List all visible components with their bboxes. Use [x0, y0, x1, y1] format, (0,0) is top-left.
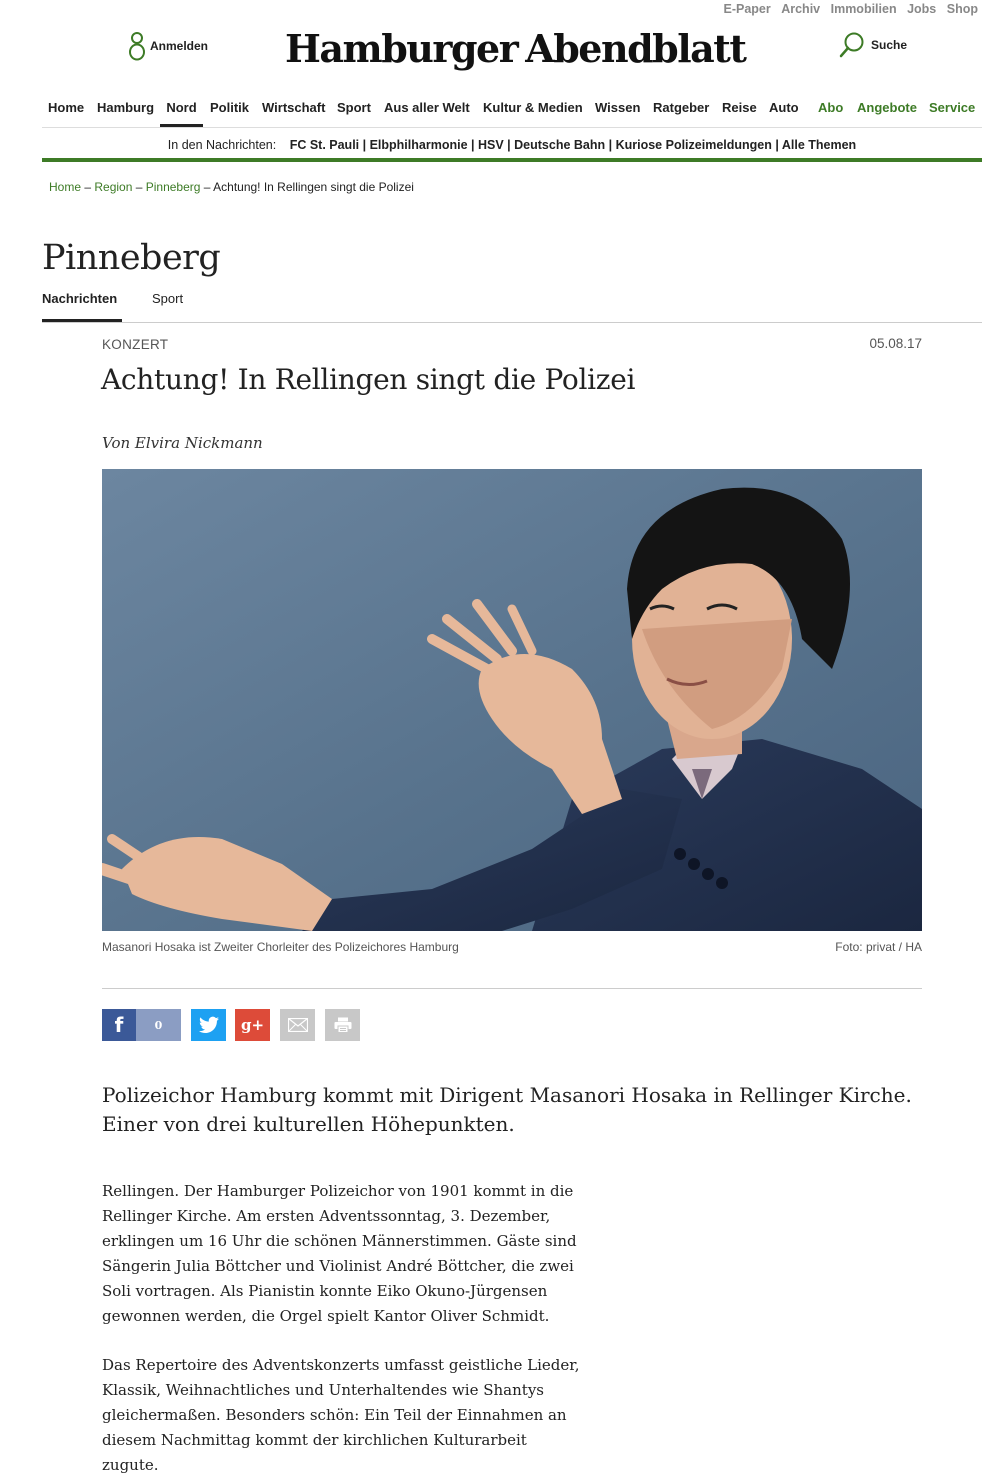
print-button[interactable] — [325, 1009, 360, 1041]
twitter-icon — [198, 1016, 219, 1033]
nav-item-abo[interactable]: Abo — [818, 97, 843, 127]
nav-item-politik[interactable]: Politik — [210, 97, 249, 127]
logo-word-abendblatt: Abendblatt — [525, 26, 747, 71]
breadcrumb-region[interactable]: Region — [94, 180, 132, 194]
search-label: Suche — [871, 38, 908, 52]
divider — [102, 988, 922, 989]
topic-link[interactable]: FC St. Pauli — [290, 138, 359, 152]
photo-caption: Masanori Hosaka ist Zweiter Chorleiter d… — [102, 940, 459, 954]
photo-credit: Foto: privat / HA — [835, 940, 922, 954]
topic-link[interactable]: Elbphilharmonie — [370, 138, 468, 152]
nav-item-aus-aller-welt[interactable]: Aus aller Welt — [384, 97, 470, 127]
breadcrumb-current: Achtung! In Rellingen singt die Polizei — [213, 180, 414, 194]
login-button[interactable]: Anmelden — [127, 31, 208, 61]
main-navigation: Home Hamburg Nord Politik Wirtschaft Spo… — [42, 97, 982, 128]
util-link-epaper[interactable]: E-Paper — [723, 2, 770, 16]
article-paragraph: Das Repertoire des Adventskonzerts umfas… — [102, 1356, 580, 1474]
nav-item-reise[interactable]: Reise — [722, 97, 757, 127]
site-logo[interactable]: Hamburger Abendblatt — [285, 24, 747, 74]
breadcrumb-home[interactable]: Home — [49, 180, 81, 194]
utility-links: E-Paper Archiv Immobilien Jobs Shop — [716, 2, 978, 16]
nav-item-angebote[interactable]: Angebote — [857, 97, 917, 127]
login-label: Anmelden — [150, 39, 209, 53]
article-lead: Polizeichor Hamburg kommt mit Dirigent M… — [102, 1083, 912, 1136]
nav-item-nord[interactable]: Nord — [160, 97, 203, 127]
email-share-button[interactable] — [280, 1009, 315, 1041]
facebook-icon: f — [114, 1013, 124, 1037]
util-link-immobilien[interactable]: Immobilien — [831, 2, 897, 16]
util-link-jobs[interactable]: Jobs — [907, 2, 936, 16]
nav-item-kultur-medien[interactable]: Kultur & Medien — [483, 97, 583, 127]
article-date: 05.08.17 — [869, 336, 922, 351]
topic-link[interactable]: Alle Themen — [782, 138, 856, 152]
tab-nachrichten[interactable]: Nachrichten — [42, 290, 122, 322]
mail-icon — [287, 1018, 308, 1032]
nav-item-service[interactable]: Service — [929, 97, 975, 127]
gplus-icon: g+ — [240, 1016, 265, 1034]
section-subnav: Nachrichten Sport — [42, 290, 982, 323]
facebook-share-button[interactable]: f — [102, 1009, 136, 1041]
nav-item-auto[interactable]: Auto — [769, 97, 799, 127]
nav-item-hamburg[interactable]: Hamburg — [97, 97, 154, 127]
user-icon — [129, 32, 145, 61]
topic-link[interactable]: HSV — [478, 138, 504, 152]
breadcrumb: Home – Region – Pinneberg – Achtung! In … — [49, 180, 414, 194]
gplus-share-button[interactable]: g+ — [235, 1009, 270, 1041]
conductor-photo — [102, 469, 922, 931]
article-photo[interactable] — [102, 469, 922, 931]
printer-icon — [334, 1017, 351, 1033]
article-author: Von Elvira Nickmann — [102, 434, 263, 452]
trending-topics-bar: In den Nachrichten: FC St. Pauli | Elbph… — [42, 135, 982, 162]
nav-item-wirtschaft[interactable]: Wirtschaft — [262, 97, 325, 127]
breadcrumb-pinneberg[interactable]: Pinneberg — [146, 180, 201, 194]
util-link-shop[interactable]: Shop — [947, 2, 978, 16]
nav-item-wissen[interactable]: Wissen — [595, 97, 640, 127]
topic-link[interactable]: Kuriose Polizeimeldungen — [616, 138, 772, 152]
article-kicker: KONZERT — [102, 337, 169, 352]
facebook-share-count: 0 — [136, 1009, 181, 1041]
search-button[interactable]: Suche — [838, 31, 907, 59]
trending-label: In den Nachrichten: — [167, 138, 277, 152]
nav-item-ratgeber[interactable]: Ratgeber — [653, 97, 709, 127]
logo-word-hamburger: Hamburger — [285, 26, 519, 71]
twitter-share-button[interactable] — [191, 1009, 226, 1041]
nav-item-home[interactable]: Home — [48, 97, 84, 127]
util-link-archiv[interactable]: Archiv — [781, 2, 820, 16]
nav-item-sport[interactable]: Sport — [337, 97, 371, 127]
article-paragraph: Rellingen. Der Hamburger Polizeichor von… — [102, 1182, 577, 1325]
section-title: Pinneberg — [42, 238, 221, 278]
search-icon — [839, 32, 864, 58]
article-headline: Achtung! In Rellingen singt die Polizei — [101, 363, 636, 396]
topic-link[interactable]: Deutsche Bahn — [514, 138, 605, 152]
tab-sport[interactable]: Sport — [152, 290, 183, 320]
